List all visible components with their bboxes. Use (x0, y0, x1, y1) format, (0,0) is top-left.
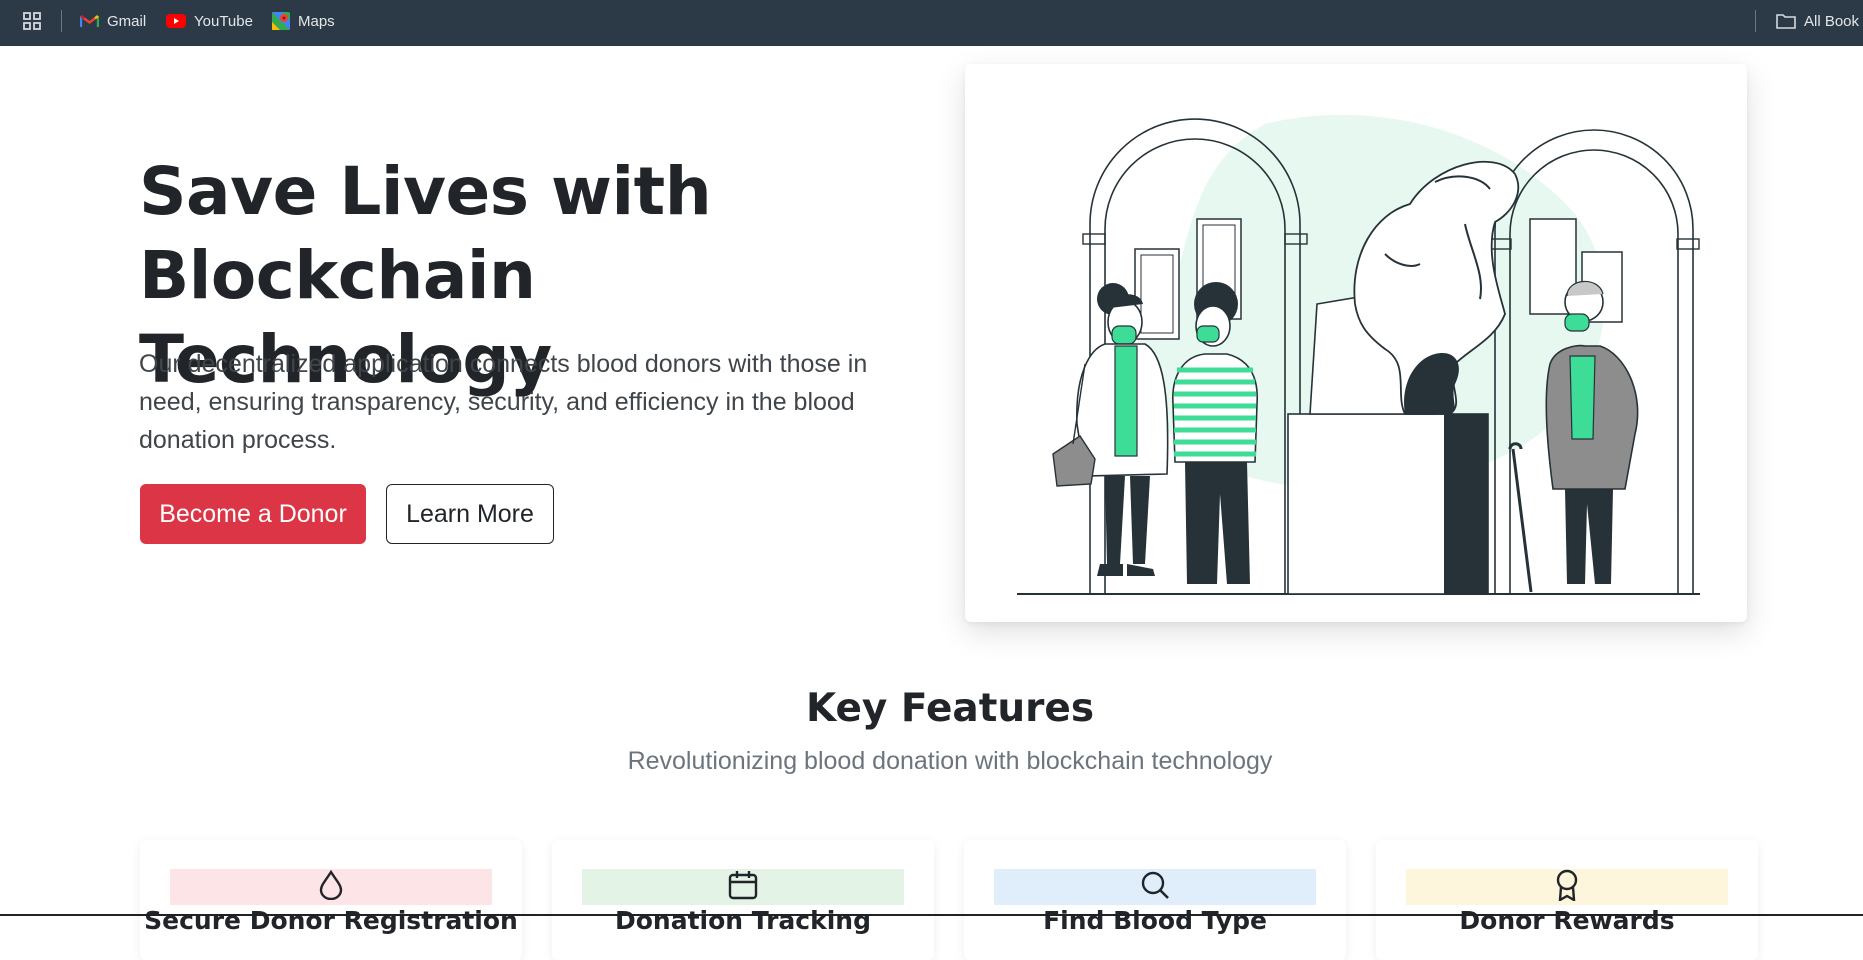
bookmark-gmail-label: Gmail (107, 12, 147, 30)
hero-title-line-1: Save Lives with (139, 153, 712, 230)
bookmark-youtube[interactable]: YouTube (166, 0, 253, 42)
bookmark-maps-label: Maps (298, 12, 335, 30)
feature-card-title: Donor Rewards (1459, 906, 1675, 935)
feature-card-donor-rewards: Donor Rewards (1376, 840, 1758, 960)
museum-visitors-illustration (1017, 114, 1700, 595)
become-donor-button[interactable]: Become a Donor (140, 484, 366, 544)
bookmark-youtube-label: YouTube (194, 12, 253, 30)
feature-card-title: Find Blood Type (1043, 906, 1267, 935)
award-icon (1555, 869, 1579, 905)
calendar-icon (728, 870, 758, 904)
feature-card-find-blood-type: Find Blood Type (964, 840, 1346, 960)
hero-illustration-card (965, 64, 1747, 622)
learn-more-button[interactable]: Learn More (386, 484, 554, 544)
feature-icon-box (170, 869, 492, 905)
droplet-icon (318, 869, 344, 904)
features-subtitle: Revolutionizing blood donation with bloc… (627, 747, 1273, 775)
bookmarks-bar: Gmail YouTube Maps All Book (0, 0, 1863, 46)
all-bookmarks-button[interactable]: All Book (1776, 0, 1859, 42)
youtube-icon (166, 14, 186, 28)
feature-card-title: Donation Tracking (614, 906, 871, 935)
gmail-icon (80, 14, 99, 28)
maps-icon (272, 12, 290, 30)
feature-card-donation-tracking: Donation Tracking (552, 840, 934, 960)
feature-icon-box (994, 869, 1316, 905)
hero-lead: Our decentralized application connects b… (139, 350, 868, 454)
bookmark-maps[interactable]: Maps (272, 0, 335, 42)
search-icon (1140, 870, 1170, 904)
bookmark-gmail[interactable]: Gmail (80, 0, 146, 42)
feature-icon-box (1406, 869, 1728, 905)
bookmarks-divider (61, 10, 62, 32)
all-bookmarks-label: All Book (1804, 12, 1860, 30)
folder-icon (1776, 13, 1796, 29)
features-title: Key Features (805, 686, 1095, 731)
feature-card-donor-registration: Secure Donor Registration (140, 840, 522, 960)
feature-card-title: Secure Donor Registration (144, 906, 518, 935)
bookmarks-divider-right (1755, 10, 1756, 32)
feature-icon-box (582, 869, 904, 905)
apps-grid-icon[interactable] (22, 0, 42, 42)
